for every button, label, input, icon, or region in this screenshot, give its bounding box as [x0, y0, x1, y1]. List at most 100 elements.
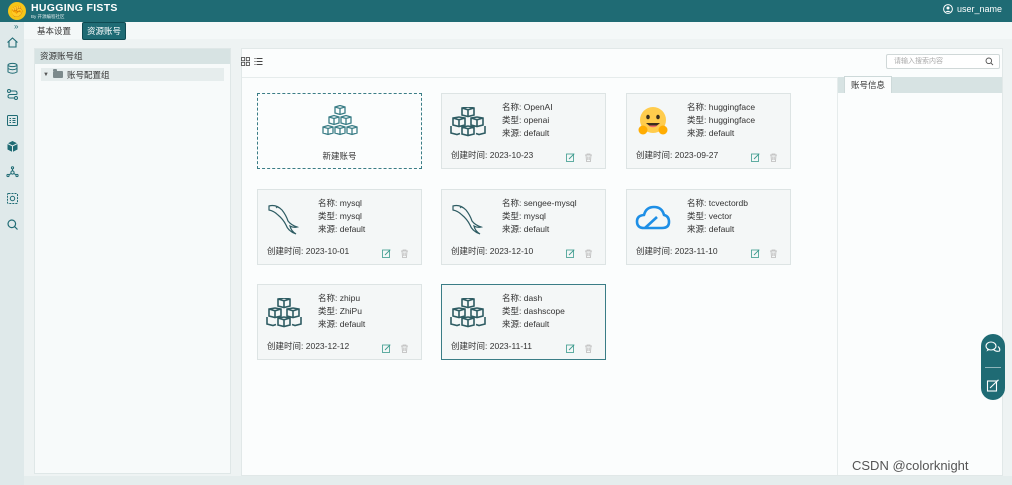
user-name: user_name	[956, 4, 1002, 14]
tab-basic-settings[interactable]: 基本设置	[32, 22, 76, 40]
name-label: 名称:	[318, 293, 338, 303]
new-account-card[interactable]: 新建账号	[257, 93, 422, 169]
search-input[interactable]: 请输入搜索内容	[886, 54, 1000, 69]
tab-account-info[interactable]: 账号信息	[844, 76, 893, 93]
created-label: 创建时间:	[267, 246, 304, 256]
edit-icon[interactable]	[566, 249, 575, 258]
created-date: 2023-10-23	[489, 150, 534, 160]
edit-icon[interactable]	[382, 344, 391, 353]
type-label: 类型:	[502, 115, 522, 125]
created-label: 创建时间:	[451, 150, 488, 160]
created-label: 创建时间:	[451, 246, 488, 256]
edit-icon[interactable]	[566, 344, 575, 353]
delete-icon[interactable]	[400, 344, 409, 353]
type-label: 类型:	[687, 211, 707, 221]
settings-box-icon[interactable]	[4, 190, 20, 206]
edit-icon[interactable]	[382, 249, 391, 258]
delete-icon[interactable]	[400, 249, 409, 258]
created-label: 创建时间:	[636, 150, 673, 160]
edit-icon[interactable]	[751, 249, 760, 258]
search-placeholder: 请输入搜索内容	[894, 58, 943, 65]
account-source: default	[708, 128, 735, 138]
account-name: zhipu	[339, 293, 361, 303]
account-source: default	[523, 128, 550, 138]
tree-item-account-config-group[interactable]: ▼ 账号配置组	[41, 68, 224, 81]
source-label: 来源:	[687, 224, 707, 234]
created-date: 2023-09-27	[674, 150, 719, 160]
account-type: vector	[708, 211, 732, 221]
created-date: 2023-10-01	[305, 246, 350, 256]
database-icon[interactable]	[4, 60, 20, 76]
name-label: 名称:	[687, 198, 707, 208]
account-card[interactable]: 名称: sengee-mysql 类型: mysql 来源: default 创…	[441, 189, 606, 265]
account-type: mysql	[523, 211, 546, 221]
floating-actions	[981, 334, 1005, 400]
account-group-panel: 资源账号组 ▼ 账号配置组	[34, 48, 231, 474]
feedback-icon[interactable]	[986, 378, 1000, 395]
network-icon[interactable]	[4, 164, 20, 180]
cubes-icon	[322, 104, 358, 139]
source-label: 来源:	[502, 319, 522, 329]
home-icon[interactable]	[4, 34, 20, 50]
expand-rail-icon[interactable]: »	[14, 22, 18, 31]
cubes-icon	[450, 104, 486, 140]
name-label: 名称:	[502, 102, 522, 112]
account-card[interactable]: 名称: OpenAI 类型: openai 来源: default 创建时间: …	[441, 93, 606, 169]
created-label: 创建时间:	[636, 246, 673, 256]
type-label: 类型:	[687, 115, 707, 125]
delete-icon[interactable]	[584, 153, 593, 162]
chat-icon[interactable]	[985, 340, 1001, 356]
source-label: 来源:	[687, 128, 707, 138]
account-name: mysql	[339, 198, 362, 208]
created-date: 2023-12-12	[305, 341, 350, 351]
delete-icon[interactable]	[769, 249, 778, 258]
folder-icon	[52, 69, 63, 78]
edit-icon[interactable]	[751, 153, 760, 162]
created-label: 创建时间:	[451, 341, 488, 351]
tree-item-label: 账号配置组	[66, 69, 110, 80]
search-icon[interactable]	[4, 216, 20, 232]
mysql-dolphin-icon	[450, 200, 486, 236]
created-label: 创建时间:	[267, 341, 304, 351]
account-type: dashscope	[523, 306, 565, 316]
delete-icon[interactable]	[584, 249, 593, 258]
account-card[interactable]: 名称: zhipu 类型: ZhiPu 来源: default 创建时间: 20…	[257, 284, 422, 360]
bottom-edge	[24, 476, 1012, 485]
account-source: default	[339, 224, 366, 234]
account-card[interactable]: 名称: tcvectordb 类型: vector 来源: default 创建…	[626, 189, 791, 265]
account-name: huggingface	[708, 102, 756, 112]
user-menu[interactable]: user_name	[943, 4, 1002, 14]
edit-icon[interactable]	[566, 153, 575, 162]
hugging-face-icon	[635, 104, 671, 140]
name-label: 名称:	[502, 198, 522, 208]
account-card[interactable]: 名称: huggingface 类型: huggingface 来源: defa…	[626, 93, 791, 169]
cube-icon[interactable]	[4, 138, 20, 154]
name-label: 名称:	[687, 102, 707, 112]
account-info-panel: 账号信息	[838, 76, 1002, 475]
user-icon	[943, 4, 953, 14]
delete-icon[interactable]	[769, 153, 778, 162]
new-account-label: 新建账号	[322, 151, 357, 161]
created-date: 2023-12-10	[489, 246, 534, 256]
app-logo[interactable]: ✊ HUGGING FISTS By 开源编程社区	[8, 2, 118, 20]
created-date: 2023-11-10	[674, 246, 718, 256]
flow-icon[interactable]	[4, 86, 20, 102]
account-source: default	[708, 224, 735, 234]
account-source: default	[339, 319, 366, 329]
magnifier-icon[interactable]	[985, 57, 994, 71]
caret-down-icon[interactable]: ▼	[43, 72, 49, 78]
account-card[interactable]: 名称: mysql 类型: mysql 来源: default 创建时间: 20…	[257, 189, 422, 265]
source-label: 来源:	[318, 319, 338, 329]
account-name: dash	[523, 293, 543, 303]
watermark: CSDN @colorknight	[852, 458, 969, 473]
account-type: ZhiPu	[339, 306, 362, 316]
list-panel-icon[interactable]	[4, 112, 20, 128]
source-label: 来源:	[502, 224, 522, 234]
name-label: 名称:	[318, 198, 338, 208]
grid-view-icon[interactable]	[241, 56, 250, 66]
list-view-icon[interactable]	[254, 57, 263, 66]
account-name: tcvectordb	[708, 198, 748, 208]
account-card[interactable]: 名称: dash 类型: dashscope 来源: default 创建时间:…	[441, 284, 606, 360]
delete-icon[interactable]	[584, 344, 593, 353]
tab-resource-accounts[interactable]: 资源账号	[82, 21, 127, 40]
